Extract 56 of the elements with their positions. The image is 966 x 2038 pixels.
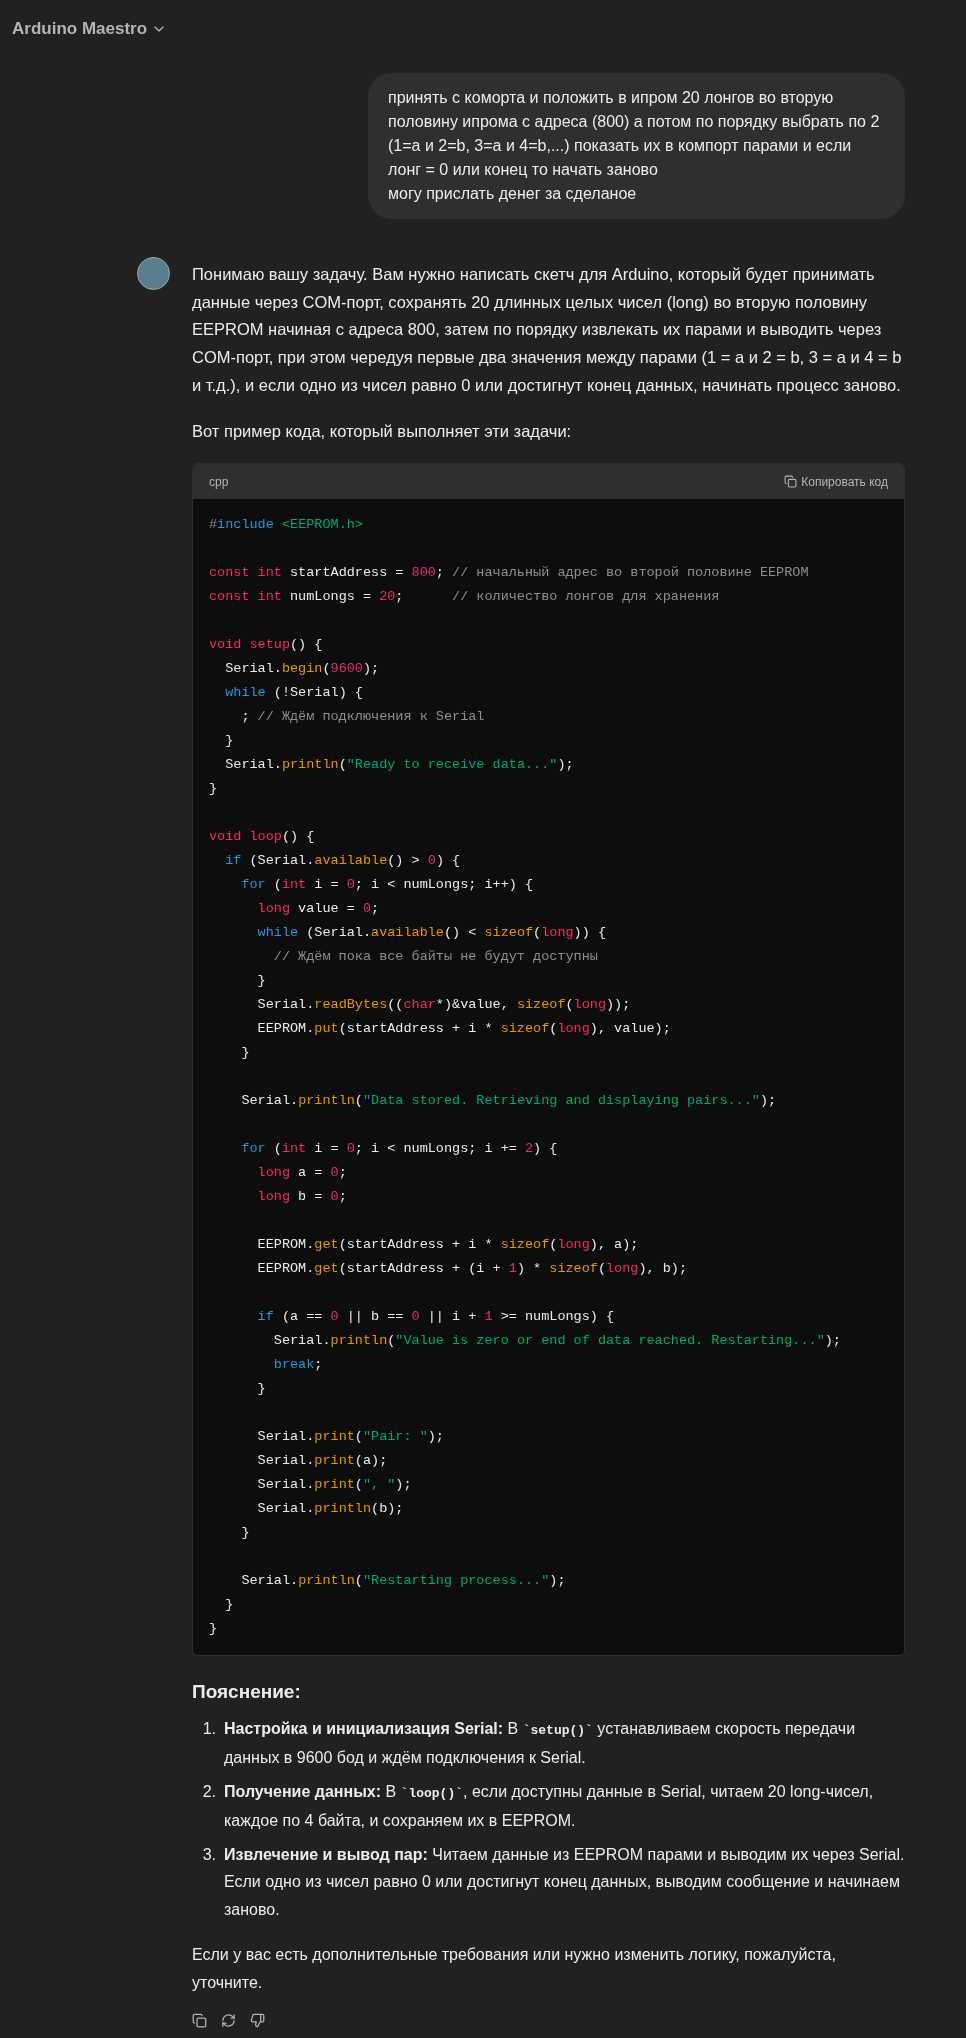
language-label: cpp <box>209 473 229 491</box>
bot-avatar <box>137 257 170 290</box>
code-line: Serial.readBytes((char*)&value, sizeof(long)); <box>256 996 631 1015</box>
code-line: Serial.println(b); <box>256 1500 404 1519</box>
code-line: if (Serial.available() > 0) { <box>224 852 461 871</box>
code-line: for (int i = 0; i < numLongs; i++) { <box>240 876 534 895</box>
copy-code-button[interactable]: Копировать код <box>784 472 888 491</box>
code-line: } <box>224 1596 234 1615</box>
code-line: Serial.println("Data stored. Retrieving and displaying pairs..."); <box>240 1092 777 1111</box>
code-line: const int numLongs = 20; // количество лонгов для хранения <box>209 588 720 607</box>
code-line: if (a == 0 || b == 0 || i + 1 >= numLongs) { <box>256 1308 615 1327</box>
code-line: } <box>240 1524 250 1543</box>
code-line: } <box>209 780 218 799</box>
code-line: Serial.begin(9600); <box>224 660 380 679</box>
assistant-paragraph: Понимаю вашу задачу. Вам нужно написать скетч для Arduino, который будет принимать данные через COM-порт, сохранять 20 длинных целых чисел (long) во вторую половину EEPROM начиная с адреса 800, затем по порядку извлекать их парами и выводить через COM-порт, при этом чередуя первые два значения между парами (1 = a и 2 = b, 3 = a и 4 = b и т.д.), и если одно из чисел равно 0 или достигнут конец данных, начинать процесс заново. <box>192 264 903 396</box>
code-line: long value = 0; <box>256 900 380 919</box>
user-message-bubble: принять с коморта и положить в ипром 20 лонгов во вторую половину ипрома с адреса (800) а потом по порядку выбрать по 2 (1=а и 2=b, 3=a и 4=b,...) показать их в компорт парами и если лонг = 0 или конец то начать заново могу прислать денег за сделаное <box>368 73 905 219</box>
code-line: Serial.println("Ready to receive data..."); <box>224 756 574 775</box>
list-number: 2. <box>201 1781 216 1802</box>
code-line: EEPROM.get(startAddress + i * sizeof(long), a); <box>256 1236 639 1255</box>
code-line: Serial.print("Pair: "); <box>256 1428 444 1447</box>
code-line: EEPROM.get(startAddress + (i + 1) * sizeof(long), b); <box>256 1260 688 1279</box>
code-line: long a = 0; <box>256 1164 347 1183</box>
chat-title[interactable]: Arduino Maestro <box>12 16 148 42</box>
assistant-paragraph: Если у вас есть дополнительные требования или нужно изменить логику, пожалуйста, уточните. <box>192 1945 837 1993</box>
code-line: Serial.println("Value is zero or end of data reached. Restarting..."); <box>272 1332 841 1351</box>
code-line: break; <box>272 1356 323 1375</box>
code-line: } <box>240 1044 250 1063</box>
code-line: #include <EEPROM.h> <box>209 516 363 535</box>
code-line: const int startAddress = 800; // начальный адрес во второй половине EEPROM <box>209 564 809 583</box>
copy-icon[interactable] <box>192 2012 207 2028</box>
code-line: Serial.println("Restarting process..."); <box>240 1572 566 1591</box>
code-line: while (Serial.available() < sizeof(long)) { <box>256 924 606 943</box>
code-line: } <box>209 1620 218 1639</box>
section-heading: Пояснение: <box>192 1680 302 1705</box>
code-line: void loop() { <box>209 828 315 847</box>
copy-icon <box>784 475 798 489</box>
code-line: // Ждём пока все байты не будут доступны <box>272 948 598 967</box>
list-number: 3. <box>201 1844 216 1865</box>
code-line: for (int i = 0; i < numLongs; i += 2) { <box>240 1140 558 1159</box>
code-line: Serial.print(a); <box>256 1452 388 1471</box>
code-line: while (!Serial) { <box>224 684 363 703</box>
code-line: long b = 0; <box>256 1188 347 1207</box>
code-line: Serial.print(", "); <box>256 1476 412 1495</box>
thumbs-down-icon[interactable] <box>250 2012 265 2028</box>
code-line: } <box>224 732 234 751</box>
code-line: EEPROM.put(startAddress + i * sizeof(long), value); <box>256 1020 671 1039</box>
regenerate-icon[interactable] <box>221 2012 236 2028</box>
code-line: ; // Ждём подключения к Serial <box>240 708 485 727</box>
code-line: void setup() { <box>209 636 323 655</box>
list-number: 1. <box>201 1718 216 1739</box>
assistant-paragraph: Вот пример кода, который выполняет эти задачи: <box>192 420 573 442</box>
code-line: } <box>256 972 266 991</box>
code-line: } <box>256 1380 266 1399</box>
list-item-text: Настройка и инициализация Serial: В `setup()` устанавливаем скорость передачи данных в 9600 бод и ждём подключения к Serial. <box>224 1718 857 1769</box>
list-item-text: Извлечение и вывод пар: Читаем данные из EEPROM парами и выводим их через Serial. Если одно из чисел равно 0 или достигнут конец данных, выводим сообщение и начинаем заново. <box>224 1844 905 1920</box>
